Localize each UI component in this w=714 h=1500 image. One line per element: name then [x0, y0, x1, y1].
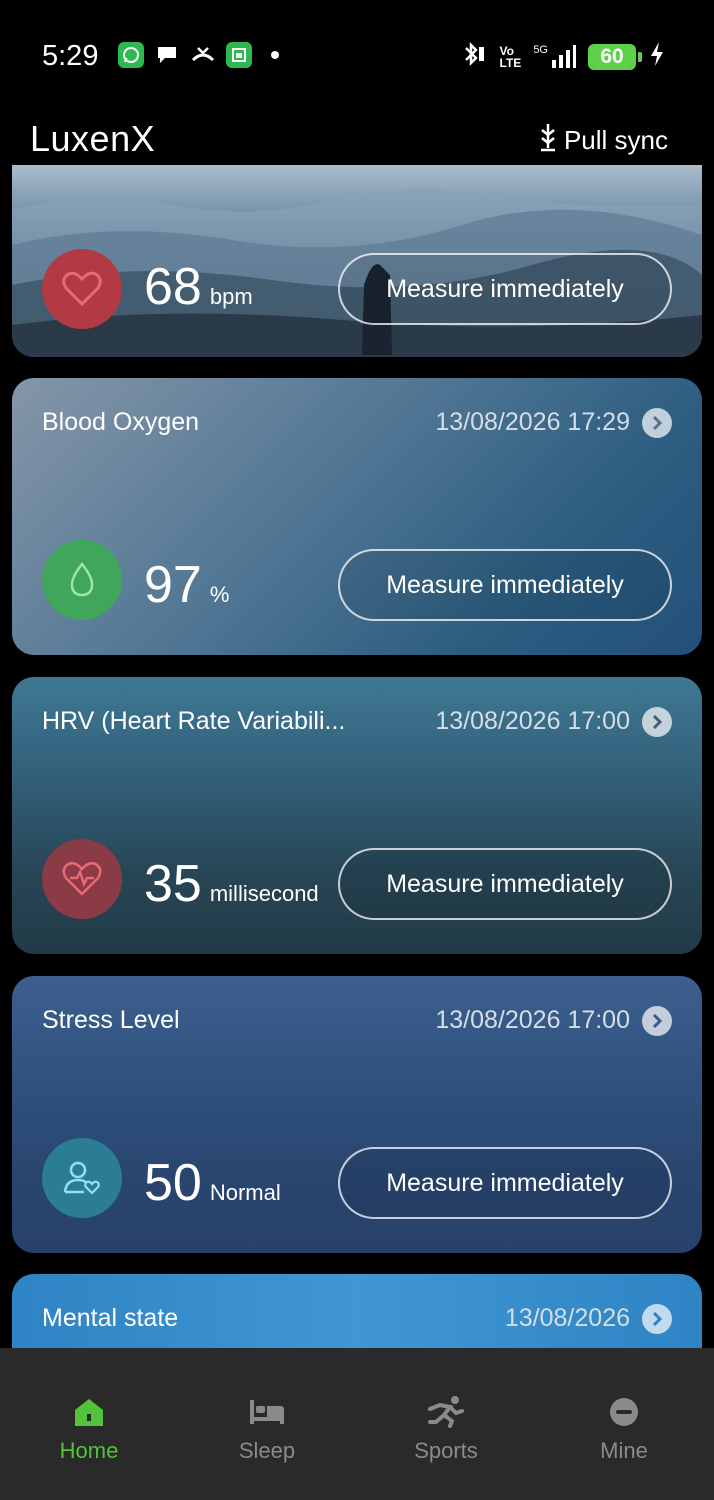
nav-sleep-label: Sleep [238, 1438, 296, 1463]
hrv-unit: millisecond [209, 881, 319, 906]
status-bar: 5:29 Vo LTE 5G 60 [0, 0, 714, 110]
stress-level-card[interactable]: Stress Level 13/08/2026 17:00 50 Normal … [12, 976, 702, 1253]
stress-level-unit: Normal [209, 1180, 281, 1205]
chevron-right-icon[interactable] [642, 408, 672, 438]
blood-oxygen-number: 97 [144, 556, 202, 614]
phone-screen: 5:29 Vo LTE 5G 60 LuxenX Pull sync 68 bp… [0, 0, 714, 1500]
heart-icon [42, 249, 122, 329]
pull-down-arrow-icon [538, 122, 558, 159]
person-heart-icon [42, 1138, 122, 1218]
whatsapp-icon [118, 42, 144, 68]
bed-icon [207, 1392, 327, 1432]
chevron-right-icon[interactable] [642, 1304, 672, 1334]
nav-home[interactable]: Home [29, 1392, 149, 1464]
hrv-number: 35 [144, 855, 202, 913]
volte-bottom-label: LTE [499, 55, 522, 70]
mental-state-card[interactable]: Mental state 13/08/2026 [12, 1274, 702, 1348]
nav-mine[interactable]: Mine [564, 1392, 684, 1464]
volte-top-label: Vo [499, 43, 514, 58]
volte-icon: Vo LTE [500, 45, 522, 69]
mental-state-date: 13/08/2026 [504, 1304, 630, 1332]
blood-oxygen-title: Blood Oxygen [42, 408, 200, 436]
measure-heart-rate-button[interactable]: Measure immediately [338, 253, 672, 325]
blood-oxygen-date: 13/08/2026 17:29 [435, 408, 630, 436]
heart-pulse-icon [42, 839, 122, 919]
battery-icon: 60 [588, 43, 642, 70]
nav-sleep[interactable]: Sleep [207, 1392, 327, 1464]
charging-icon [648, 40, 666, 73]
app-bar: LuxenX Pull sync [0, 110, 714, 165]
stress-level-value: 50 Normal [144, 1153, 281, 1213]
nav-mine-label: Mine [600, 1438, 648, 1463]
5g-signal-icon: 5G [533, 44, 576, 70]
stress-level-number: 50 [144, 1154, 202, 1212]
measure-stress-button[interactable]: Measure immediately [338, 1147, 672, 1219]
missed-call-icon [190, 42, 216, 68]
stress-level-date: 13/08/2026 17:00 [435, 1006, 630, 1034]
heart-rate-number: 68 [144, 258, 202, 316]
hrv-value: 35 millisecond [144, 854, 319, 914]
chat-bubble-icon [154, 42, 180, 68]
network-type-label: 5G [533, 43, 548, 56]
heart-rate-value: 68 bpm [144, 257, 253, 317]
status-time: 5:29 [42, 40, 99, 72]
pull-sync-button[interactable]: Pull sync [538, 122, 668, 159]
nav-sports[interactable]: Sports [386, 1392, 506, 1464]
running-icon [386, 1392, 506, 1432]
blood-oxygen-value: 97 % [144, 555, 229, 615]
chevron-right-icon[interactable] [642, 707, 672, 737]
heart-rate-card[interactable]: 68 bpm Measure immediately [12, 165, 702, 357]
pull-sync-label: Pull sync [563, 125, 668, 155]
home-icon [29, 1392, 149, 1432]
stress-level-title: Stress Level [42, 1006, 180, 1034]
hrv-title: HRV (Heart Rate Variabili... [42, 707, 346, 735]
nav-home-label: Home [59, 1438, 119, 1463]
calendar-icon [226, 42, 252, 68]
blood-oxygen-unit: % [209, 582, 230, 607]
bottom-navigation: Home Sleep Sports Mine [0, 1348, 714, 1500]
measure-hrv-button[interactable]: Measure immediately [338, 848, 672, 920]
hrv-card[interactable]: HRV (Heart Rate Variabili... 13/08/2026 … [12, 677, 702, 954]
bluetooth-icon [462, 40, 488, 73]
dot-icon [262, 42, 288, 68]
chevron-right-icon[interactable] [642, 1006, 672, 1036]
mental-state-title: Mental state [42, 1304, 179, 1332]
profile-icon [564, 1392, 684, 1432]
measure-blood-oxygen-button[interactable]: Measure immediately [338, 549, 672, 621]
hrv-date: 13/08/2026 17:00 [435, 707, 630, 735]
notification-icons [118, 42, 288, 68]
health-cards-list[interactable]: 68 bpm Measure immediately Blood Oxygen … [0, 165, 714, 1348]
system-icons: Vo LTE 5G 60 [462, 40, 666, 73]
app-title: LuxenX [30, 118, 156, 159]
blood-oxygen-card[interactable]: Blood Oxygen 13/08/2026 17:29 97 % Measu… [12, 378, 702, 655]
nav-sports-label: Sports [414, 1438, 478, 1463]
heart-rate-unit: bpm [209, 284, 253, 309]
droplet-icon [42, 540, 122, 620]
